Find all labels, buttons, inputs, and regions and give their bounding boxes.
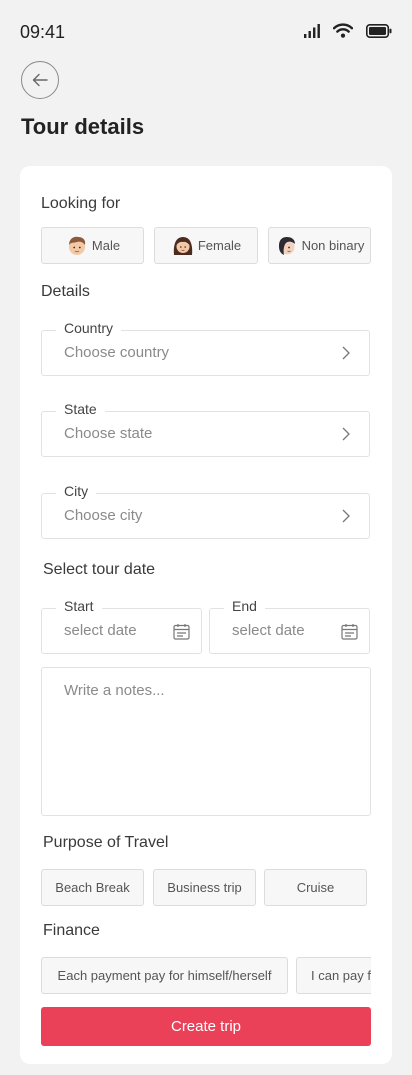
end-date-placeholder: select date — [232, 622, 305, 639]
chevron-right-icon — [342, 427, 350, 441]
gender-option-male[interactable]: Male — [41, 227, 144, 264]
finance-option-label: I can pay for all — [311, 968, 371, 983]
status-time: 09:41 — [20, 22, 66, 42]
start-date-placeholder: select date — [64, 622, 137, 639]
status-icons — [303, 23, 392, 38]
create-trip-button[interactable]: Create trip — [41, 1007, 371, 1046]
male-avatar-icon — [68, 236, 86, 255]
country-field-label: Country — [56, 320, 122, 336]
chevron-right-icon — [342, 509, 350, 523]
purpose-option-beach-break[interactable]: Beach Break — [41, 869, 144, 906]
page-title: Tour details — [21, 114, 145, 139]
end-date-label: End — [224, 598, 265, 614]
purpose-option-label: Business trip — [167, 880, 242, 895]
city-field-label: City — [56, 483, 97, 499]
finance-option-label: Each payment pay for himself/herself — [57, 968, 272, 983]
end-date-field[interactable]: End select date — [209, 598, 370, 654]
calendar-icon — [173, 624, 190, 640]
status-bar: 09:41 — [0, 0, 412, 60]
purpose-option-business-trip[interactable]: Business trip — [153, 869, 256, 906]
country-select[interactable]: Country Choose country — [41, 320, 370, 376]
battery-icon — [366, 23, 392, 38]
gender-option-label: Male — [91, 238, 121, 253]
tour-form-card: Looking for Male Female Non binary Detai… — [20, 166, 392, 1064]
cellular-signal-icon — [304, 23, 320, 38]
purpose-option-label: Cruise — [296, 880, 335, 895]
tour-date-label: Select tour date — [43, 561, 156, 578]
gender-option-label: Female — [197, 238, 242, 253]
calendar-icon — [341, 624, 358, 640]
wifi-icon — [333, 23, 353, 38]
state-field-label: State — [56, 401, 105, 417]
female-avatar-icon — [173, 236, 192, 255]
state-placeholder: Choose state — [64, 425, 153, 442]
notes-textarea[interactable] — [41, 667, 371, 816]
back-button[interactable] — [21, 61, 59, 99]
finance-option-pay-all[interactable]: I can pay for all — [296, 957, 371, 994]
purpose-label: Purpose of Travel — [43, 834, 169, 851]
chevron-right-icon — [342, 346, 350, 360]
start-date-label: Start — [56, 598, 102, 614]
purpose-option-cruise[interactable]: Cruise — [264, 869, 367, 906]
finance-label: Finance — [43, 922, 100, 939]
finance-option-split[interactable]: Each payment pay for himself/herself — [41, 957, 288, 994]
city-select[interactable]: City Choose city — [41, 483, 370, 539]
non-binary-avatar-icon — [278, 236, 295, 255]
gender-option-female[interactable]: Female — [154, 227, 258, 264]
looking-for-label: Looking for — [41, 195, 121, 212]
arrow-left-icon — [32, 73, 48, 87]
finance-options-row: Each payment pay for himself/herself I c… — [41, 956, 371, 996]
city-placeholder: Choose city — [64, 507, 143, 524]
country-placeholder: Choose country — [64, 344, 170, 361]
state-select[interactable]: State Choose state — [41, 401, 370, 457]
purpose-option-label: Beach Break — [55, 880, 130, 895]
details-label: Details — [41, 283, 90, 300]
gender-option-non-binary[interactable]: Non binary — [268, 227, 371, 264]
gender-option-label: Non binary — [301, 238, 365, 253]
start-date-field[interactable]: Start select date — [41, 598, 202, 654]
